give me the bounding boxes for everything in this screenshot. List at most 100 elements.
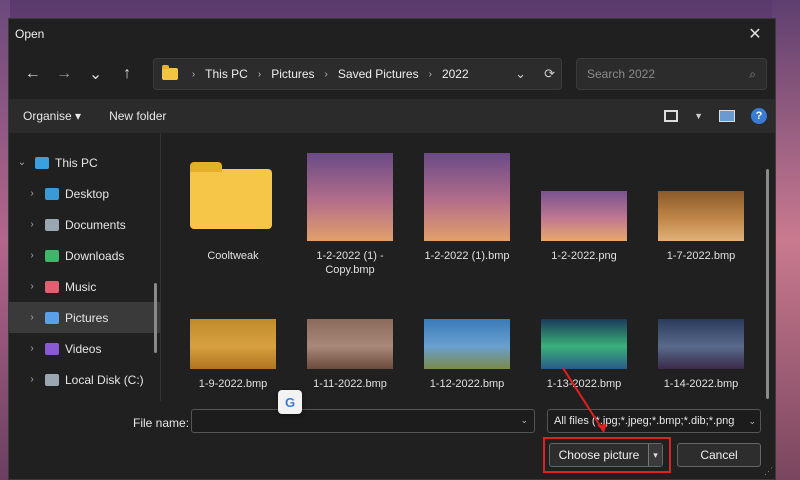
file-name-label: 1-11-2022.bmp bbox=[313, 378, 387, 390]
image-thumbnail bbox=[424, 153, 510, 241]
organise-button[interactable]: Organise ▾ bbox=[23, 109, 81, 123]
file-name-input[interactable] bbox=[192, 410, 512, 432]
image-preview bbox=[190, 319, 276, 369]
breadcrumb-this-pc[interactable]: This PC bbox=[205, 67, 248, 81]
image-thumbnail bbox=[307, 281, 393, 369]
help-icon[interactable]: ? bbox=[751, 108, 767, 124]
desktop-icon bbox=[45, 187, 59, 200]
new-folder-button[interactable]: New folder bbox=[109, 109, 166, 123]
open-dialog: Open ✕ ← → ⌄ ↑ › This PC › Pictures › Sa… bbox=[8, 18, 776, 480]
command-bar: Organise ▾ New folder ▼ ? bbox=[9, 99, 775, 133]
file-type-dropdown-icon[interactable]: ⌄ bbox=[746, 416, 756, 427]
video-icon bbox=[45, 342, 59, 355]
pictures-icon bbox=[45, 311, 59, 324]
choose-picture-label: Choose picture bbox=[558, 448, 640, 462]
download-icon bbox=[45, 249, 59, 262]
file-name-label: 1-2-2022 (1) - Copy.bmp bbox=[316, 250, 384, 276]
image-thumbnail bbox=[541, 153, 627, 241]
image-file-tile[interactable]: 1-2-2022 (1).bmp bbox=[411, 153, 523, 263]
change-view-icon[interactable] bbox=[664, 110, 679, 122]
expand-chevron-icon[interactable]: › bbox=[25, 219, 39, 230]
forward-arrow-icon[interactable]: → bbox=[48, 59, 79, 89]
choose-picture-button[interactable]: Choose picture ▾ bbox=[549, 443, 663, 467]
title-bar: Open ✕ bbox=[9, 19, 775, 49]
file-name-label: Cooltweak bbox=[207, 250, 259, 262]
file-name-label: 1-14-2022.bmp bbox=[663, 378, 739, 390]
expand-chevron-icon[interactable]: › bbox=[25, 250, 39, 261]
sidebar-item-label: Music bbox=[65, 279, 97, 294]
up-arrow-icon[interactable]: ↑ bbox=[111, 59, 142, 89]
choose-picture-split-arrow-icon[interactable]: ▾ bbox=[648, 444, 662, 466]
folder-tile[interactable]: Cooltweak bbox=[177, 153, 289, 263]
image-preview bbox=[424, 153, 510, 241]
desktop-background-right bbox=[772, 0, 800, 480]
sidebar-item-label: Downloads bbox=[65, 248, 125, 263]
translate-extension-icon[interactable]: G bbox=[278, 390, 302, 414]
document-icon bbox=[45, 218, 59, 231]
sidebar-item-this-pc[interactable]: ⌄ This PC bbox=[9, 147, 160, 178]
sidebar-item-desktop[interactable]: › Desktop bbox=[9, 178, 160, 209]
breadcrumb-pictures[interactable]: Pictures bbox=[271, 67, 314, 81]
close-icon[interactable]: ✕ bbox=[743, 24, 767, 44]
image-thumbnail bbox=[658, 153, 744, 241]
address-dropdown-icon[interactable]: ⌄ bbox=[515, 66, 526, 82]
sidebar-item-videos[interactable]: › Videos bbox=[9, 333, 160, 364]
expand-chevron-icon[interactable]: › bbox=[25, 281, 39, 292]
dialog-footer: File name: ⌄ All files (*.jpg;*.jpeg;*.b… bbox=[9, 401, 775, 479]
expand-chevron-icon[interactable]: › bbox=[25, 188, 39, 199]
expand-chevron-icon[interactable]: › bbox=[25, 312, 39, 323]
breadcrumb-saved-pictures[interactable]: Saved Pictures bbox=[338, 67, 419, 81]
image-file-tile[interactable]: 1-2-2022 (1) - Copy.bmp bbox=[294, 153, 406, 277]
file-name-dropdown-icon[interactable]: ⌄ bbox=[520, 415, 528, 426]
image-thumbnail bbox=[190, 281, 276, 369]
view-options-chevron-icon[interactable]: ▼ bbox=[694, 111, 703, 121]
image-file-tile[interactable]: 1-14-2022.bmp bbox=[645, 281, 757, 391]
folder-icon bbox=[161, 65, 178, 80]
translate-badge-letter: G bbox=[284, 394, 296, 410]
search-input[interactable] bbox=[586, 67, 737, 81]
breadcrumb-2022[interactable]: 2022 bbox=[442, 67, 469, 81]
image-file-tile[interactable]: 1-7-2022.bmp bbox=[645, 153, 757, 263]
image-preview bbox=[541, 319, 627, 369]
recent-locations-chevron-icon[interactable]: ⌄ bbox=[80, 59, 111, 89]
music-icon bbox=[45, 280, 59, 293]
view-controls: ▼ ? bbox=[664, 99, 767, 133]
expand-chevron-icon[interactable]: › bbox=[25, 374, 39, 385]
sidebar-item-local-disk-c[interactable]: › Local Disk (C:) bbox=[9, 364, 160, 395]
expand-chevron-icon[interactable]: ⌄ bbox=[15, 157, 29, 168]
sidebar-item-label: Local Disk (C:) bbox=[65, 372, 144, 387]
file-name-label: 1-2-2022 (1).bmp bbox=[424, 250, 510, 262]
sidebar-item-label: This PC bbox=[55, 155, 98, 170]
expand-chevron-icon[interactable]: › bbox=[25, 343, 39, 354]
sidebar-item-downloads[interactable]: › Downloads bbox=[9, 240, 160, 271]
file-name-combobox[interactable]: ⌄ bbox=[191, 409, 535, 433]
image-thumbnail bbox=[424, 281, 510, 369]
sidebar-item-documents[interactable]: › Documents bbox=[9, 209, 160, 240]
sidebar-item-pictures[interactable]: › Pictures bbox=[9, 302, 160, 333]
image-preview bbox=[658, 319, 744, 369]
address-bar[interactable]: › This PC › Pictures › Saved Pictures › … bbox=[152, 58, 562, 90]
resize-grip-icon[interactable]: ⋰ bbox=[764, 466, 773, 477]
search-icon[interactable]: ⌕ bbox=[749, 67, 756, 82]
image-file-tile[interactable]: 1-9-2022.bmp bbox=[177, 281, 289, 391]
breadcrumb-separator-icon: › bbox=[257, 68, 262, 80]
window-title: Open bbox=[15, 27, 45, 41]
image-file-tile[interactable]: 1-13-2022.bmp bbox=[528, 281, 640, 391]
image-file-tile[interactable]: 1-2-2022.png bbox=[528, 153, 640, 263]
file-name-label: 1-7-2022.bmp bbox=[666, 250, 736, 262]
file-name-label: 1-13-2022.bmp bbox=[546, 378, 622, 390]
navigation-pane: ⌄ This PC › Desktop › Documents › Downloads › Mus… bbox=[9, 133, 161, 401]
back-arrow-icon[interactable]: ← bbox=[17, 59, 48, 89]
image-preview bbox=[307, 319, 393, 369]
image-file-tile[interactable]: 1-11-2022.bmp bbox=[294, 281, 406, 391]
refresh-icon[interactable]: ⟳ bbox=[544, 66, 555, 82]
file-list-scrollbar[interactable] bbox=[766, 169, 769, 399]
cancel-button[interactable]: Cancel bbox=[677, 443, 761, 467]
sidebar-scrollbar[interactable] bbox=[154, 283, 157, 353]
monitor-icon bbox=[35, 156, 49, 169]
sidebar-item-music[interactable]: › Music bbox=[9, 271, 160, 302]
image-file-tile[interactable]: 1-12-2022.bmp bbox=[411, 281, 523, 391]
file-type-filter[interactable]: All files (*.jpg;*.jpeg;*.bmp;*.dib;*.pn… bbox=[547, 409, 761, 433]
search-box[interactable]: ⌕ bbox=[575, 58, 768, 90]
preview-pane-icon[interactable] bbox=[719, 110, 735, 122]
